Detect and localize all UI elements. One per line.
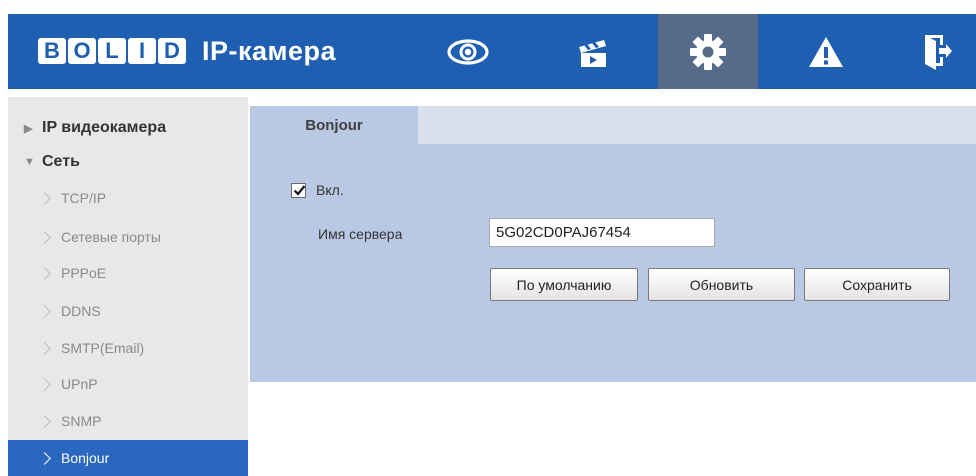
settings-button[interactable] xyxy=(658,14,758,89)
chevron-right-icon xyxy=(38,191,51,205)
tab-bar: Bonjour xyxy=(250,106,976,144)
chevron-right-icon xyxy=(38,377,51,391)
chevron-right-icon xyxy=(38,266,51,280)
sidebar-item-smtp[interactable]: SMTP(Email) xyxy=(8,330,248,366)
sidebar-item-snmp[interactable]: SNMP xyxy=(8,403,248,439)
enable-checkbox[interactable] xyxy=(291,182,306,198)
chevron-right-icon xyxy=(38,304,51,318)
brand-logo: B O L I D IP-камера xyxy=(38,36,336,66)
sidebar-item-upnp[interactable]: UPnP xyxy=(8,366,248,402)
chevron-right-icon xyxy=(38,414,51,428)
logout-icon xyxy=(925,34,952,70)
server-name-input[interactable] xyxy=(489,218,715,247)
tab-bonjour[interactable]: Bonjour xyxy=(250,106,418,144)
live-view-button[interactable] xyxy=(428,14,508,89)
enable-label: Вкл. xyxy=(316,182,344,198)
collapsed-arrow-icon: ▶ xyxy=(24,122,33,135)
playback-button[interactable] xyxy=(553,14,633,89)
server-name-label: Имя сервера xyxy=(318,226,403,242)
clapperboard-icon xyxy=(579,39,606,67)
save-button[interactable]: Сохранить xyxy=(804,268,950,301)
refresh-button[interactable]: Обновить xyxy=(648,268,795,301)
chevron-right-icon xyxy=(38,451,51,465)
top-header: B O L I D IP-камера xyxy=(8,14,976,89)
expanded-arrow-icon: ▼ xyxy=(24,156,35,168)
eye-icon xyxy=(447,38,489,65)
checkmark-icon xyxy=(293,184,306,196)
logo-letters: B O L I D xyxy=(38,38,188,64)
sidebar-item-ports[interactable]: Сетевые порты xyxy=(8,219,248,255)
sidebar-item-network[interactable]: ▼ Сеть xyxy=(8,144,248,180)
sidebar-item-ddns[interactable]: DDNS xyxy=(8,293,248,329)
gear-icon xyxy=(690,33,726,70)
app-title: IP-камера xyxy=(202,35,337,66)
enable-row: Вкл. xyxy=(291,182,344,198)
sidebar: ▶ IP видеокамера ▼ Сеть TCP/IP Сетевые п… xyxy=(8,97,248,476)
chevron-right-icon xyxy=(38,230,51,244)
settings-panel: Вкл. Имя сервера По умолчанию Обновить С… xyxy=(250,144,976,382)
sidebar-item-bonjour[interactable]: Bonjour xyxy=(8,440,248,476)
sidebar-item-ip-camera[interactable]: ▶ IP видеокамера xyxy=(8,110,248,146)
sidebar-item-tcpip[interactable]: TCP/IP xyxy=(8,180,248,216)
chevron-right-icon xyxy=(38,341,51,355)
logout-button[interactable] xyxy=(896,14,976,89)
default-button[interactable]: По умолчанию xyxy=(490,268,638,301)
warning-icon xyxy=(809,36,843,67)
alarm-button[interactable] xyxy=(786,14,866,89)
sidebar-item-pppoe[interactable]: PPPoE xyxy=(8,255,248,291)
